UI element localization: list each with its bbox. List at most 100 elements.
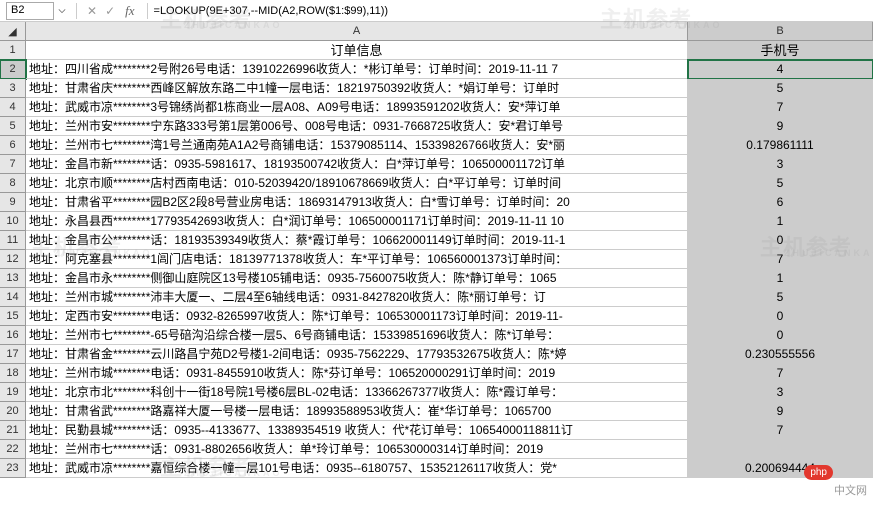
cell[interactable]: 地址：甘肃省武********路嘉祥大厦一号楼一层电话：18993588953收… bbox=[26, 402, 688, 421]
spreadsheet-grid: ◢ A B 1 订单信息 手机号 2地址：四川省成********2号附26号电… bbox=[0, 22, 873, 478]
row-header[interactable]: 14 bbox=[0, 288, 26, 307]
row-header[interactable]: 19 bbox=[0, 383, 26, 402]
cell[interactable]: 地址：民勤县城********话：0935--4133677、133893545… bbox=[26, 421, 688, 440]
table-row: 9地址：甘肃省平********园B2区2段8号营业房电话：1869314791… bbox=[0, 193, 873, 212]
cell[interactable]: 7 bbox=[688, 250, 873, 269]
table-row: 13地址：金昌市永********侧御山庭院区13号楼105铺电话：0935-7… bbox=[0, 269, 873, 288]
table-row: 10地址：永昌县西********17793542693收货人：白*润订单号：1… bbox=[0, 212, 873, 231]
table-row: 17地址：甘肃省金********云川路昌宁苑D2号楼1-2间电话：0935-7… bbox=[0, 345, 873, 364]
table-row: 11地址：金昌市公********话：18193539349收货人：蔡*霞订单号… bbox=[0, 231, 873, 250]
fx-icon[interactable]: fx bbox=[125, 3, 134, 19]
table-row: 15地址：定西市安********电话：0932-8265997收货人：陈*订单… bbox=[0, 307, 873, 326]
cell[interactable]: 9 bbox=[688, 117, 873, 136]
row-header[interactable]: 17 bbox=[0, 345, 26, 364]
cell[interactable]: 7 bbox=[688, 98, 873, 117]
cell[interactable]: 地址：武威市凉********嘉恒综合楼一幢一层101号电话：0935--618… bbox=[26, 459, 688, 478]
cell[interactable]: 地址：金昌市新********话：0935-5981617、1819350074… bbox=[26, 155, 688, 174]
row-header[interactable]: 20 bbox=[0, 402, 26, 421]
cell[interactable]: 9 bbox=[688, 402, 873, 421]
cell[interactable]: 订单信息 bbox=[26, 41, 688, 60]
cell[interactable]: 0.230555556 bbox=[688, 345, 873, 364]
column-headers: ◢ A B bbox=[0, 22, 873, 41]
row-header[interactable]: 9 bbox=[0, 193, 26, 212]
cell[interactable]: 地址：武威市凉********3号锦绣尚都1栋商业一层A08、A09号电话：18… bbox=[26, 98, 688, 117]
cell[interactable]: 地址：甘肃省金********云川路昌宁苑D2号楼1-2间电话：0935-756… bbox=[26, 345, 688, 364]
formula-bar: B2 ✕ ✓ fx =LOOKUP(9E+307,--MID(A2,ROW($1… bbox=[0, 0, 873, 22]
cell[interactable]: 地址：兰州市城********电话：0931-8455910收货人：陈*芬订单号… bbox=[26, 364, 688, 383]
row-header[interactable]: 8 bbox=[0, 174, 26, 193]
table-row: 6地址：兰州市七********湾1号兰通南苑A1A2号商铺电话：1537908… bbox=[0, 136, 873, 155]
row-header[interactable]: 16 bbox=[0, 326, 26, 345]
row-header[interactable]: 15 bbox=[0, 307, 26, 326]
cell[interactable]: 手机号 bbox=[688, 41, 873, 60]
cell[interactable]: 5 bbox=[688, 79, 873, 98]
row-header[interactable]: 11 bbox=[0, 231, 26, 250]
cell[interactable]: 4 bbox=[688, 60, 873, 79]
row-header[interactable]: 21 bbox=[0, 421, 26, 440]
confirm-icon[interactable]: ✓ bbox=[105, 4, 115, 18]
cell[interactable]: 地址：金昌市公********话：18193539349收货人：蔡*霞订单号：1… bbox=[26, 231, 688, 250]
table-row: 7地址：金昌市新********话：0935-5981617、181935007… bbox=[0, 155, 873, 174]
row-header[interactable]: 7 bbox=[0, 155, 26, 174]
cell[interactable]: 6 bbox=[688, 193, 873, 212]
cn-text: 中文网 bbox=[834, 482, 867, 498]
row-header[interactable]: 2 bbox=[0, 60, 26, 79]
cell[interactable]: 3 bbox=[688, 383, 873, 402]
table-row: 4地址：武威市凉********3号锦绣尚都1栋商业一层A08、A09号电话：1… bbox=[0, 98, 873, 117]
col-header-a[interactable]: A bbox=[26, 22, 688, 41]
cell[interactable]: 0.200694444 bbox=[688, 459, 873, 478]
cell[interactable]: 0 bbox=[688, 326, 873, 345]
cell[interactable]: 1 bbox=[688, 212, 873, 231]
name-box[interactable]: B2 bbox=[6, 2, 54, 20]
row-header[interactable]: 5 bbox=[0, 117, 26, 136]
cell[interactable]: 0.179861111 bbox=[688, 136, 873, 155]
cell[interactable]: 0 bbox=[688, 231, 873, 250]
cell[interactable]: 地址：金昌市永********侧御山庭院区13号楼105铺电话：0935-756… bbox=[26, 269, 688, 288]
cell[interactable]: 地址：甘肃省平********园B2区2段8号营业房电话：18693147913… bbox=[26, 193, 688, 212]
table-row: 8地址：北京市顺********店村西南电话：010-52039420/1891… bbox=[0, 174, 873, 193]
cell[interactable]: 地址：四川省成********2号附26号电话：13910226996收货人：*… bbox=[26, 60, 688, 79]
cell[interactable]: 0 bbox=[688, 307, 873, 326]
cell[interactable]: 3 bbox=[688, 155, 873, 174]
table-row: 1 订单信息 手机号 bbox=[0, 41, 873, 60]
cell[interactable]: 地址：北京市北********科创十一街18号院1号楼6层BL-02电话：133… bbox=[26, 383, 688, 402]
row-header[interactable]: 23 bbox=[0, 459, 26, 478]
cell[interactable]: 地址：兰州市七********-65号碚沟沿综合楼一层5、6号商铺电话：1533… bbox=[26, 326, 688, 345]
cancel-icon[interactable]: ✕ bbox=[87, 4, 97, 18]
cell[interactable]: 地址：甘肃省庆********西峰区解放东路二中1幢一层电话：182197503… bbox=[26, 79, 688, 98]
cell[interactable]: 7 bbox=[688, 364, 873, 383]
cell[interactable]: 地址：永昌县西********17793542693收货人：白*润订单号：106… bbox=[26, 212, 688, 231]
row-header[interactable]: 1 bbox=[0, 41, 26, 60]
cell[interactable]: 5 bbox=[688, 288, 873, 307]
cell[interactable]: 5 bbox=[688, 174, 873, 193]
row-header[interactable]: 12 bbox=[0, 250, 26, 269]
row-header[interactable]: 13 bbox=[0, 269, 26, 288]
table-row: 19地址：北京市北********科创十一街18号院1号楼6层BL-02电话：1… bbox=[0, 383, 873, 402]
row-header[interactable]: 4 bbox=[0, 98, 26, 117]
cell[interactable]: 7 bbox=[688, 421, 873, 440]
table-row: 21地址：民勤县城********话：0935--4133677、1338935… bbox=[0, 421, 873, 440]
name-box-dropdown[interactable] bbox=[58, 7, 66, 15]
select-all[interactable]: ◢ bbox=[0, 22, 26, 41]
row-header[interactable]: 18 bbox=[0, 364, 26, 383]
table-row: 18地址：兰州市城********电话：0931-8455910收货人：陈*芬订… bbox=[0, 364, 873, 383]
cell[interactable]: 地址：兰州市安********宁东路333号第1层第006号、008号电话：09… bbox=[26, 117, 688, 136]
col-header-b[interactable]: B bbox=[688, 22, 873, 41]
table-row: 14地址：兰州市城********沛丰大厦一、二层4至6轴线电话：0931-84… bbox=[0, 288, 873, 307]
formula-input[interactable]: =LOOKUP(9E+307,--MID(A2,ROW($1:$99),11)) bbox=[154, 5, 873, 17]
cell[interactable]: 地址：兰州市城********沛丰大厦一、二层4至6轴线电话：0931-8427… bbox=[26, 288, 688, 307]
cell[interactable]: 地址：阿克塞县********1闾门店电话：18139771378收货人：车*平… bbox=[26, 250, 688, 269]
cell[interactable]: 地址：定西市安********电话：0932-8265997收货人：陈*订单号：… bbox=[26, 307, 688, 326]
cell[interactable] bbox=[688, 440, 873, 459]
row-header[interactable]: 3 bbox=[0, 79, 26, 98]
row-header[interactable]: 6 bbox=[0, 136, 26, 155]
table-row: 22地址：兰州市七********话：0931-8802656收货人：单*玲订单… bbox=[0, 440, 873, 459]
row-header[interactable]: 22 bbox=[0, 440, 26, 459]
cell[interactable]: 地址：兰州市七********话：0931-8802656收货人：单*玲订单号：… bbox=[26, 440, 688, 459]
cell[interactable]: 地址：兰州市七********湾1号兰通南苑A1A2号商铺电话：15379085… bbox=[26, 136, 688, 155]
cell[interactable]: 1 bbox=[688, 269, 873, 288]
table-row: 5地址：兰州市安********宁东路333号第1层第006号、008号电话：0… bbox=[0, 117, 873, 136]
cell[interactable]: 地址：北京市顺********店村西南电话：010-52039420/18910… bbox=[26, 174, 688, 193]
table-row: 2地址：四川省成********2号附26号电话：13910226996收货人：… bbox=[0, 60, 873, 79]
row-header[interactable]: 10 bbox=[0, 212, 26, 231]
